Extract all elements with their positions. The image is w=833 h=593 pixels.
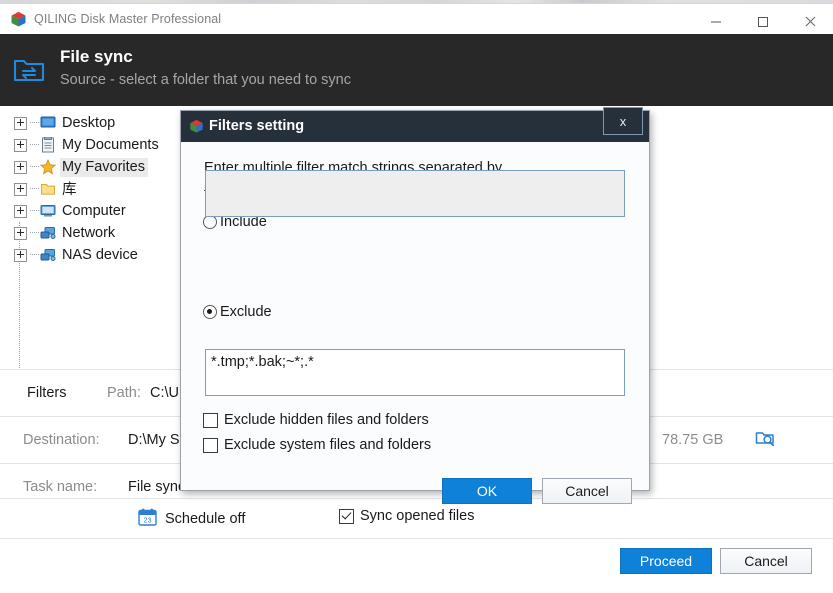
maximize-button[interactable]: [740, 7, 786, 36]
schedule-label: Schedule off: [165, 511, 246, 527]
desktop-icon: [39, 115, 57, 131]
exclude-radio[interactable]: Exclude: [203, 304, 272, 320]
close-button[interactable]: [787, 7, 833, 36]
exclude-system-label: Exclude system files and folders: [224, 437, 432, 453]
expand-icon[interactable]: [14, 182, 27, 196]
tree-item-my-favorites[interactable]: My Favorites: [14, 156, 148, 178]
options-bar: 23 Schedule off Sync opened files: [0, 498, 833, 539]
tree-dash: [30, 166, 39, 168]
cancel-button[interactable]: Cancel: [720, 548, 812, 574]
dialog-cancel-button[interactable]: Cancel: [542, 478, 632, 504]
folder-icon: [39, 181, 57, 197]
window-title: QILING Disk Master Professional: [34, 12, 222, 26]
destination-value: D:\My S: [128, 432, 180, 448]
tree-item-label: Desktop: [62, 114, 116, 131]
tree-item-label: 库: [62, 182, 77, 198]
documents-icon: [39, 137, 57, 153]
qiling-cube-icon: [10, 11, 27, 28]
checkbox-icon[interactable]: [203, 437, 218, 453]
task-name-label: Task name:: [23, 479, 98, 495]
tree-item-label: Computer: [62, 202, 126, 219]
star-icon: [39, 159, 57, 175]
expand-icon[interactable]: [14, 138, 27, 152]
application-window: QILING Disk Master Professional File syn…: [0, 0, 833, 593]
filters-link[interactable]: Filters: [27, 385, 66, 401]
dialog-ok-button[interactable]: OK: [442, 478, 532, 504]
tree-item-library[interactable]: 库: [14, 178, 80, 200]
tree-item-label: Network: [62, 224, 116, 241]
exclude-input[interactable]: *.tmp;*.bak;~*;.*: [205, 349, 625, 396]
exclude-system-checkbox[interactable]: Exclude system files and folders: [203, 437, 431, 453]
page-header: File sync Source - select a folder that …: [0, 34, 833, 106]
tree-dash: [30, 144, 39, 146]
exclude-hidden-checkbox[interactable]: Exclude hidden files and folders: [203, 412, 429, 428]
tree-item-label: My Favorites: [60, 157, 148, 177]
tree-item-label: My Documents: [62, 136, 159, 153]
filters-setting-dialog: Filters setting x Enter multiple filter …: [180, 107, 650, 504]
dialog-body: Enter multiple filter match strings sepa…: [181, 142, 649, 504]
free-space-value: 78.75 GB: [662, 432, 724, 448]
expand-icon[interactable]: [14, 116, 27, 130]
page-subtitle: Source - select a folder that you need t…: [60, 72, 351, 88]
svg-text:23: 23: [144, 516, 152, 525]
expand-icon[interactable]: [14, 160, 27, 174]
radio-icon[interactable]: [203, 305, 217, 319]
dialog-title-bar: Filters setting x: [181, 107, 649, 142]
network-icon: [39, 247, 57, 263]
tree-item-desktop[interactable]: Desktop: [14, 112, 118, 134]
dialog-close-button[interactable]: x: [603, 107, 643, 135]
tree-item-my-documents[interactable]: My Documents: [14, 134, 162, 156]
exclude-hidden-label: Exclude hidden files and folders: [224, 412, 429, 428]
page-title: File sync: [60, 47, 133, 66]
tree-dash: [30, 122, 39, 124]
qiling-cube-icon: [189, 119, 204, 134]
computer-icon: [39, 203, 57, 219]
sync-opened-files-checkbox[interactable]: Sync opened files: [339, 508, 474, 524]
footer-bar: Proceed Cancel: [0, 539, 833, 593]
tree-item-computer[interactable]: Computer: [14, 200, 129, 222]
title-bar: QILING Disk Master Professional: [0, 3, 833, 34]
tree-dash: [30, 232, 39, 234]
checkbox-icon[interactable]: [203, 412, 218, 428]
radio-icon[interactable]: [203, 215, 217, 229]
tree-item-network[interactable]: Network: [14, 222, 118, 244]
folder-sync-icon: [12, 52, 46, 86]
tree-item-nas-device[interactable]: NAS device: [14, 244, 141, 266]
path-label: Path:: [107, 385, 141, 401]
expand-icon[interactable]: [14, 248, 27, 262]
calendar-icon: 23: [138, 508, 157, 530]
dialog-title: Filters setting: [209, 118, 305, 134]
destination-label: Destination:: [23, 432, 100, 448]
schedule-toggle[interactable]: 23 Schedule off: [138, 508, 245, 530]
expand-icon[interactable]: [14, 226, 27, 240]
tree-dash: [30, 254, 39, 256]
tree-item-label: NAS device: [62, 246, 138, 263]
sync-opened-files-label: Sync opened files: [360, 508, 475, 524]
path-value: C:\U: [150, 385, 179, 401]
tree-dash: [30, 188, 39, 190]
browse-folder-icon[interactable]: [755, 429, 775, 451]
include-input[interactable]: [205, 170, 625, 217]
network-icon: [39, 225, 57, 241]
expand-icon[interactable]: [14, 204, 27, 218]
minimize-button[interactable]: [693, 7, 739, 36]
task-name-value[interactable]: File sync: [128, 479, 185, 495]
tree-dash: [30, 210, 39, 212]
checkbox-icon[interactable]: [339, 508, 354, 524]
exclude-label: Exclude: [220, 304, 272, 320]
proceed-button[interactable]: Proceed: [620, 548, 712, 574]
